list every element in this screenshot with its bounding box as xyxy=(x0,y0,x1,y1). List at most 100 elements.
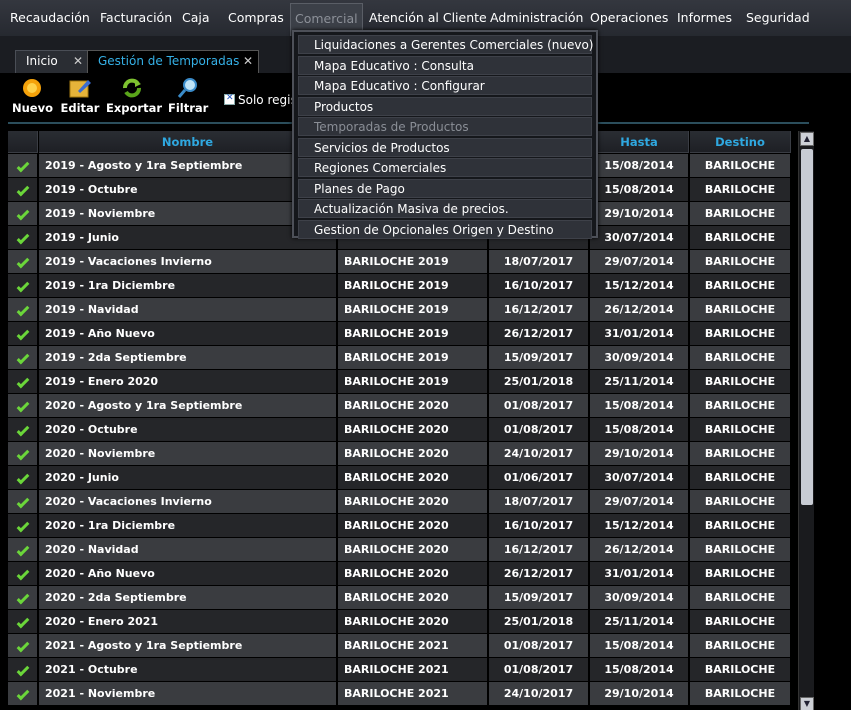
cell-nombre: 2020 - 1ra Diciembre xyxy=(39,514,337,537)
tab-inicio[interactable]: Inicio ✕ xyxy=(15,50,88,73)
cell-nombre: 2019 - 2da Septiembre xyxy=(39,346,337,369)
filtrar-button[interactable]: Filtrar xyxy=(168,77,208,115)
table-row[interactable]: 2020 - Enero 2021 BARILOCHE 2020 25/01/201… xyxy=(8,610,791,634)
exportar-button[interactable]: Exportar xyxy=(106,77,162,115)
dropdown-item[interactable]: Planes de Pago xyxy=(298,178,592,198)
cell-hasta: 15/08/2014 xyxy=(590,154,689,177)
table-row[interactable]: 2020 - Octubre BARILOCHE 2020 01/08/2017 15… xyxy=(8,418,791,442)
cell-hasta: 30/09/2014 xyxy=(590,346,689,369)
cell-desde: 01/08/2017 xyxy=(489,418,589,441)
cell-nombre: 2020 - Junio xyxy=(39,466,337,489)
dropdown-item[interactable]: Actualización Masiva de precios. xyxy=(298,199,592,218)
menu-operaciones[interactable]: Operaciones xyxy=(586,0,672,36)
scroll-up-icon[interactable]: ▲ xyxy=(800,132,814,146)
cell-producto: BARILOCHE 2020 xyxy=(338,586,488,609)
row-status xyxy=(8,466,38,489)
checkmark-icon xyxy=(16,543,29,557)
cell-destino: BARILOCHE xyxy=(690,466,791,489)
cell-producto: BARILOCHE 2019 xyxy=(338,346,488,369)
cell-destino: BARILOCHE xyxy=(690,514,791,537)
vertical-scrollbar[interactable]: ▲ ▼ xyxy=(798,131,814,710)
table-row[interactable]: 2019 - Navidad BARILOCHE 2019 16/12/2017 26… xyxy=(8,298,791,322)
table-row[interactable]: 2020 - Noviembre BARILOCHE 2020 24/10/2017… xyxy=(8,442,791,466)
table-row[interactable]: 2019 - Año Nuevo BARILOCHE 2019 26/12/2017… xyxy=(8,322,791,346)
checkmark-icon xyxy=(16,567,29,581)
dropdown-item[interactable]: Productos xyxy=(298,96,592,116)
dropdown-item[interactable]: Gestion de Opcionales Origen y Destino xyxy=(298,219,592,239)
cell-producto: BARILOCHE 2020 xyxy=(338,394,488,417)
cell-nombre: 2021 - Octubre xyxy=(39,658,337,681)
row-status xyxy=(8,538,38,561)
solo-registros-checkbox[interactable]: Solo regis xyxy=(224,93,297,107)
table-row[interactable]: 2020 - 1ra Diciembre BARILOCHE 2020 16/10/… xyxy=(8,514,791,538)
editar-button[interactable]: Editar xyxy=(60,77,100,115)
table-row[interactable]: 2020 - Vacaciones Invierno BARILOCHE 2020… xyxy=(8,490,791,514)
dropdown-item[interactable]: Servicios de Productos xyxy=(298,137,592,157)
row-status xyxy=(8,610,38,633)
close-icon[interactable]: ✕ xyxy=(243,51,253,72)
table-row[interactable]: 2021 - Agosto y 1ra Septiembre BARILOCHE … xyxy=(8,634,791,658)
cell-hasta: 30/07/2014 xyxy=(590,466,689,489)
row-status xyxy=(8,682,38,705)
table-row[interactable]: 2020 - Agosto y 1ra Septiembre BARILOCHE … xyxy=(8,394,791,418)
cell-producto: BARILOCHE 2020 xyxy=(338,466,488,489)
cell-hasta: 15/12/2014 xyxy=(590,274,689,297)
cell-destino: BARILOCHE xyxy=(690,586,791,609)
cell-desde: 24/10/2017 xyxy=(489,682,589,705)
dropdown-item[interactable]: Regiones Comerciales xyxy=(298,158,592,177)
menu-compras[interactable]: Compras xyxy=(224,0,288,36)
cell-producto: BARILOCHE 2021 xyxy=(338,658,488,681)
cell-desde: 18/07/2017 xyxy=(489,250,589,273)
header-destino[interactable]: Destino xyxy=(690,131,791,153)
table-row[interactable]: 2019 - 1ra Diciembre BARILOCHE 2019 16/10/… xyxy=(8,274,791,298)
cell-destino: BARILOCHE xyxy=(690,682,791,705)
close-icon[interactable]: ✕ xyxy=(73,51,83,72)
cell-hasta: 29/07/2014 xyxy=(590,490,689,513)
table-row[interactable]: 2021 - Octubre BARILOCHE 2021 01/08/2017 15… xyxy=(8,658,791,682)
checkmark-icon xyxy=(16,519,29,533)
scroll-down-icon[interactable]: ▼ xyxy=(800,697,814,710)
tab-gestion-temporadas[interactable]: Gestión de Temporadas ✕ xyxy=(87,50,259,73)
row-status xyxy=(8,442,38,465)
row-status xyxy=(8,490,38,513)
dropdown-item[interactable]: Mapa Educativo : Configurar xyxy=(298,76,592,95)
table-row[interactable]: 2019 - 2da Septiembre BARILOCHE 2019 15/09… xyxy=(8,346,791,370)
checkmark-icon xyxy=(16,255,29,269)
cell-hasta: 15/12/2014 xyxy=(590,514,689,537)
row-status xyxy=(8,586,38,609)
cell-destino: BARILOCHE xyxy=(690,346,791,369)
table-row[interactable]: 2019 - Vacaciones Invierno BARILOCHE 2019… xyxy=(8,250,791,274)
table-row[interactable]: 2020 - Año Nuevo BARILOCHE 2020 26/12/2017… xyxy=(8,562,791,586)
editar-label: Editar xyxy=(60,101,100,115)
checkmark-icon xyxy=(16,375,29,389)
table-row[interactable]: 2019 - Enero 2020 BARILOCHE 2019 25/01/201… xyxy=(8,370,791,394)
menu-recaudacion[interactable]: Recaudación xyxy=(6,0,94,36)
cell-hasta: 26/12/2014 xyxy=(590,298,689,321)
table-row[interactable]: 2020 - Navidad BARILOCHE 2020 16/12/2017 26… xyxy=(8,538,791,562)
checkmark-icon xyxy=(16,207,29,221)
cell-destino: BARILOCHE xyxy=(690,610,791,633)
header-hasta[interactable]: Hasta xyxy=(590,131,689,153)
table-row[interactable]: 2020 - Junio BARILOCHE 2020 01/06/2017 30/0… xyxy=(8,466,791,490)
nuevo-button[interactable]: Nuevo xyxy=(12,77,53,115)
cell-desde: 01/08/2017 xyxy=(489,394,589,417)
table-row[interactable]: 2020 - 2da Septiembre BARILOCHE 2020 15/09… xyxy=(8,586,791,610)
cell-nombre: 2019 - Navidad xyxy=(39,298,337,321)
cell-desde: 26/12/2017 xyxy=(489,322,589,345)
menu-caja[interactable]: Caja xyxy=(178,0,214,36)
menu-informes[interactable]: Informes xyxy=(673,0,736,36)
cell-desde: 16/10/2017 xyxy=(489,514,589,537)
checkbox-icon[interactable] xyxy=(224,93,235,105)
cell-nombre: 2020 - Octubre xyxy=(39,418,337,441)
scroll-thumb[interactable] xyxy=(801,149,813,505)
cell-producto: BARILOCHE 2019 xyxy=(338,298,488,321)
cell-hasta: 30/09/2014 xyxy=(590,586,689,609)
cell-nombre: 2019 - Año Nuevo xyxy=(39,322,337,345)
menu-seguridad[interactable]: Seguridad xyxy=(742,0,814,36)
menu-facturacion[interactable]: Facturación xyxy=(96,0,176,36)
dropdown-item[interactable]: Mapa Educativo : Consulta xyxy=(298,55,592,75)
table-row[interactable]: 2021 - Noviembre BARILOCHE 2021 24/10/2017… xyxy=(8,682,791,706)
dropdown-item[interactable]: Liquidaciones a Gerentes Comerciales (nu… xyxy=(298,35,593,54)
cell-desde: 16/10/2017 xyxy=(489,274,589,297)
checkmark-icon xyxy=(16,327,29,341)
